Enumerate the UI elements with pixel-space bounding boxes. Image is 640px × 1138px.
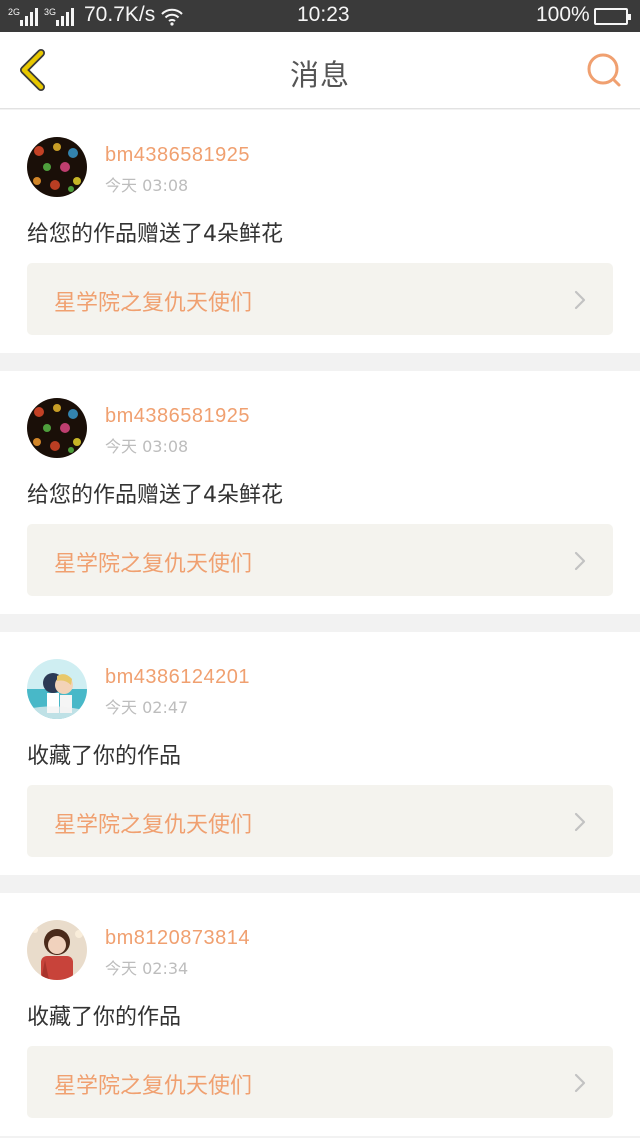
clock: 10:23 — [297, 3, 350, 26]
signal-2g-icon: 2G — [8, 7, 38, 26]
girl-photo-avatar — [27, 920, 87, 980]
nav-header: 消息 — [0, 32, 640, 109]
username-link[interactable]: bm8120873814 — [105, 927, 250, 950]
timestamp: 今天 02:34 — [105, 959, 189, 978]
status-bar: 2G 3G 70.7K/s 10:23 100% — [0, 0, 640, 32]
work-title: 星学院之复仇天使们 — [54, 813, 253, 838]
chevron-right-icon — [574, 551, 586, 571]
battery-percent: 100% — [536, 3, 590, 26]
work-title: 星学院之复仇天使们 — [54, 552, 253, 577]
work-link[interactable]: 星学院之复仇天使们 — [27, 524, 613, 596]
avatar[interactable] — [27, 137, 87, 197]
message-card: bm4386581925 今天 03:08 给您的作品赠送了4朵鲜花 星学院之复… — [0, 110, 640, 353]
message-text: 收藏了你的作品 — [27, 1005, 182, 1030]
chevron-right-icon — [574, 1073, 586, 1093]
message-text: 给您的作品赠送了4朵鲜花 — [27, 483, 283, 508]
anime-couple-avatar — [27, 659, 87, 719]
avatar[interactable] — [27, 920, 87, 980]
timestamp: 今天 02:47 — [105, 698, 189, 717]
chevron-right-icon — [574, 812, 586, 832]
username-link[interactable]: bm4386581925 — [105, 405, 250, 428]
work-link[interactable]: 星学院之复仇天使们 — [27, 785, 613, 857]
bokeh-lights-avatar — [27, 398, 87, 458]
username-link[interactable]: bm4386581925 — [105, 144, 250, 167]
network-speed: 70.7K/s — [84, 3, 156, 26]
network-type-label: 2G — [8, 7, 21, 17]
avatar[interactable] — [27, 659, 87, 719]
message-card: bm4386124201 今天 02:47 收藏了你的作品 星学院之复仇天使们 — [0, 632, 640, 875]
timestamp: 今天 03:08 — [105, 437, 189, 456]
bokeh-lights-avatar — [27, 137, 87, 197]
battery-icon — [594, 8, 631, 25]
work-link[interactable]: 星学院之复仇天使们 — [27, 263, 613, 335]
avatar[interactable] — [27, 398, 87, 458]
message-card: bm4386581925 今天 03:08 给您的作品赠送了4朵鲜花 星学院之复… — [0, 371, 640, 614]
search-icon — [587, 53, 621, 87]
message-text: 收藏了你的作品 — [27, 744, 182, 769]
work-link[interactable]: 星学院之复仇天使们 — [27, 1046, 613, 1118]
message-text: 给您的作品赠送了4朵鲜花 — [27, 222, 283, 247]
message-card: bm8120873814 今天 02:34 收藏了你的作品 星学院之复仇天使们 — [0, 893, 640, 1136]
message-list: bm4386581925 今天 03:08 给您的作品赠送了4朵鲜花 星学院之复… — [0, 110, 640, 1138]
network-type-label: 3G — [44, 7, 57, 17]
wifi-icon — [161, 8, 183, 26]
signal-3g-icon: 3G — [44, 7, 74, 26]
page-title: 消息 — [289, 58, 350, 92]
search-button[interactable] — [584, 50, 624, 90]
work-title: 星学院之复仇天使们 — [54, 1074, 253, 1099]
timestamp: 今天 03:08 — [105, 176, 189, 195]
username-link[interactable]: bm4386124201 — [105, 666, 250, 689]
chevron-right-icon — [574, 290, 586, 310]
work-title: 星学院之复仇天使们 — [54, 291, 253, 316]
